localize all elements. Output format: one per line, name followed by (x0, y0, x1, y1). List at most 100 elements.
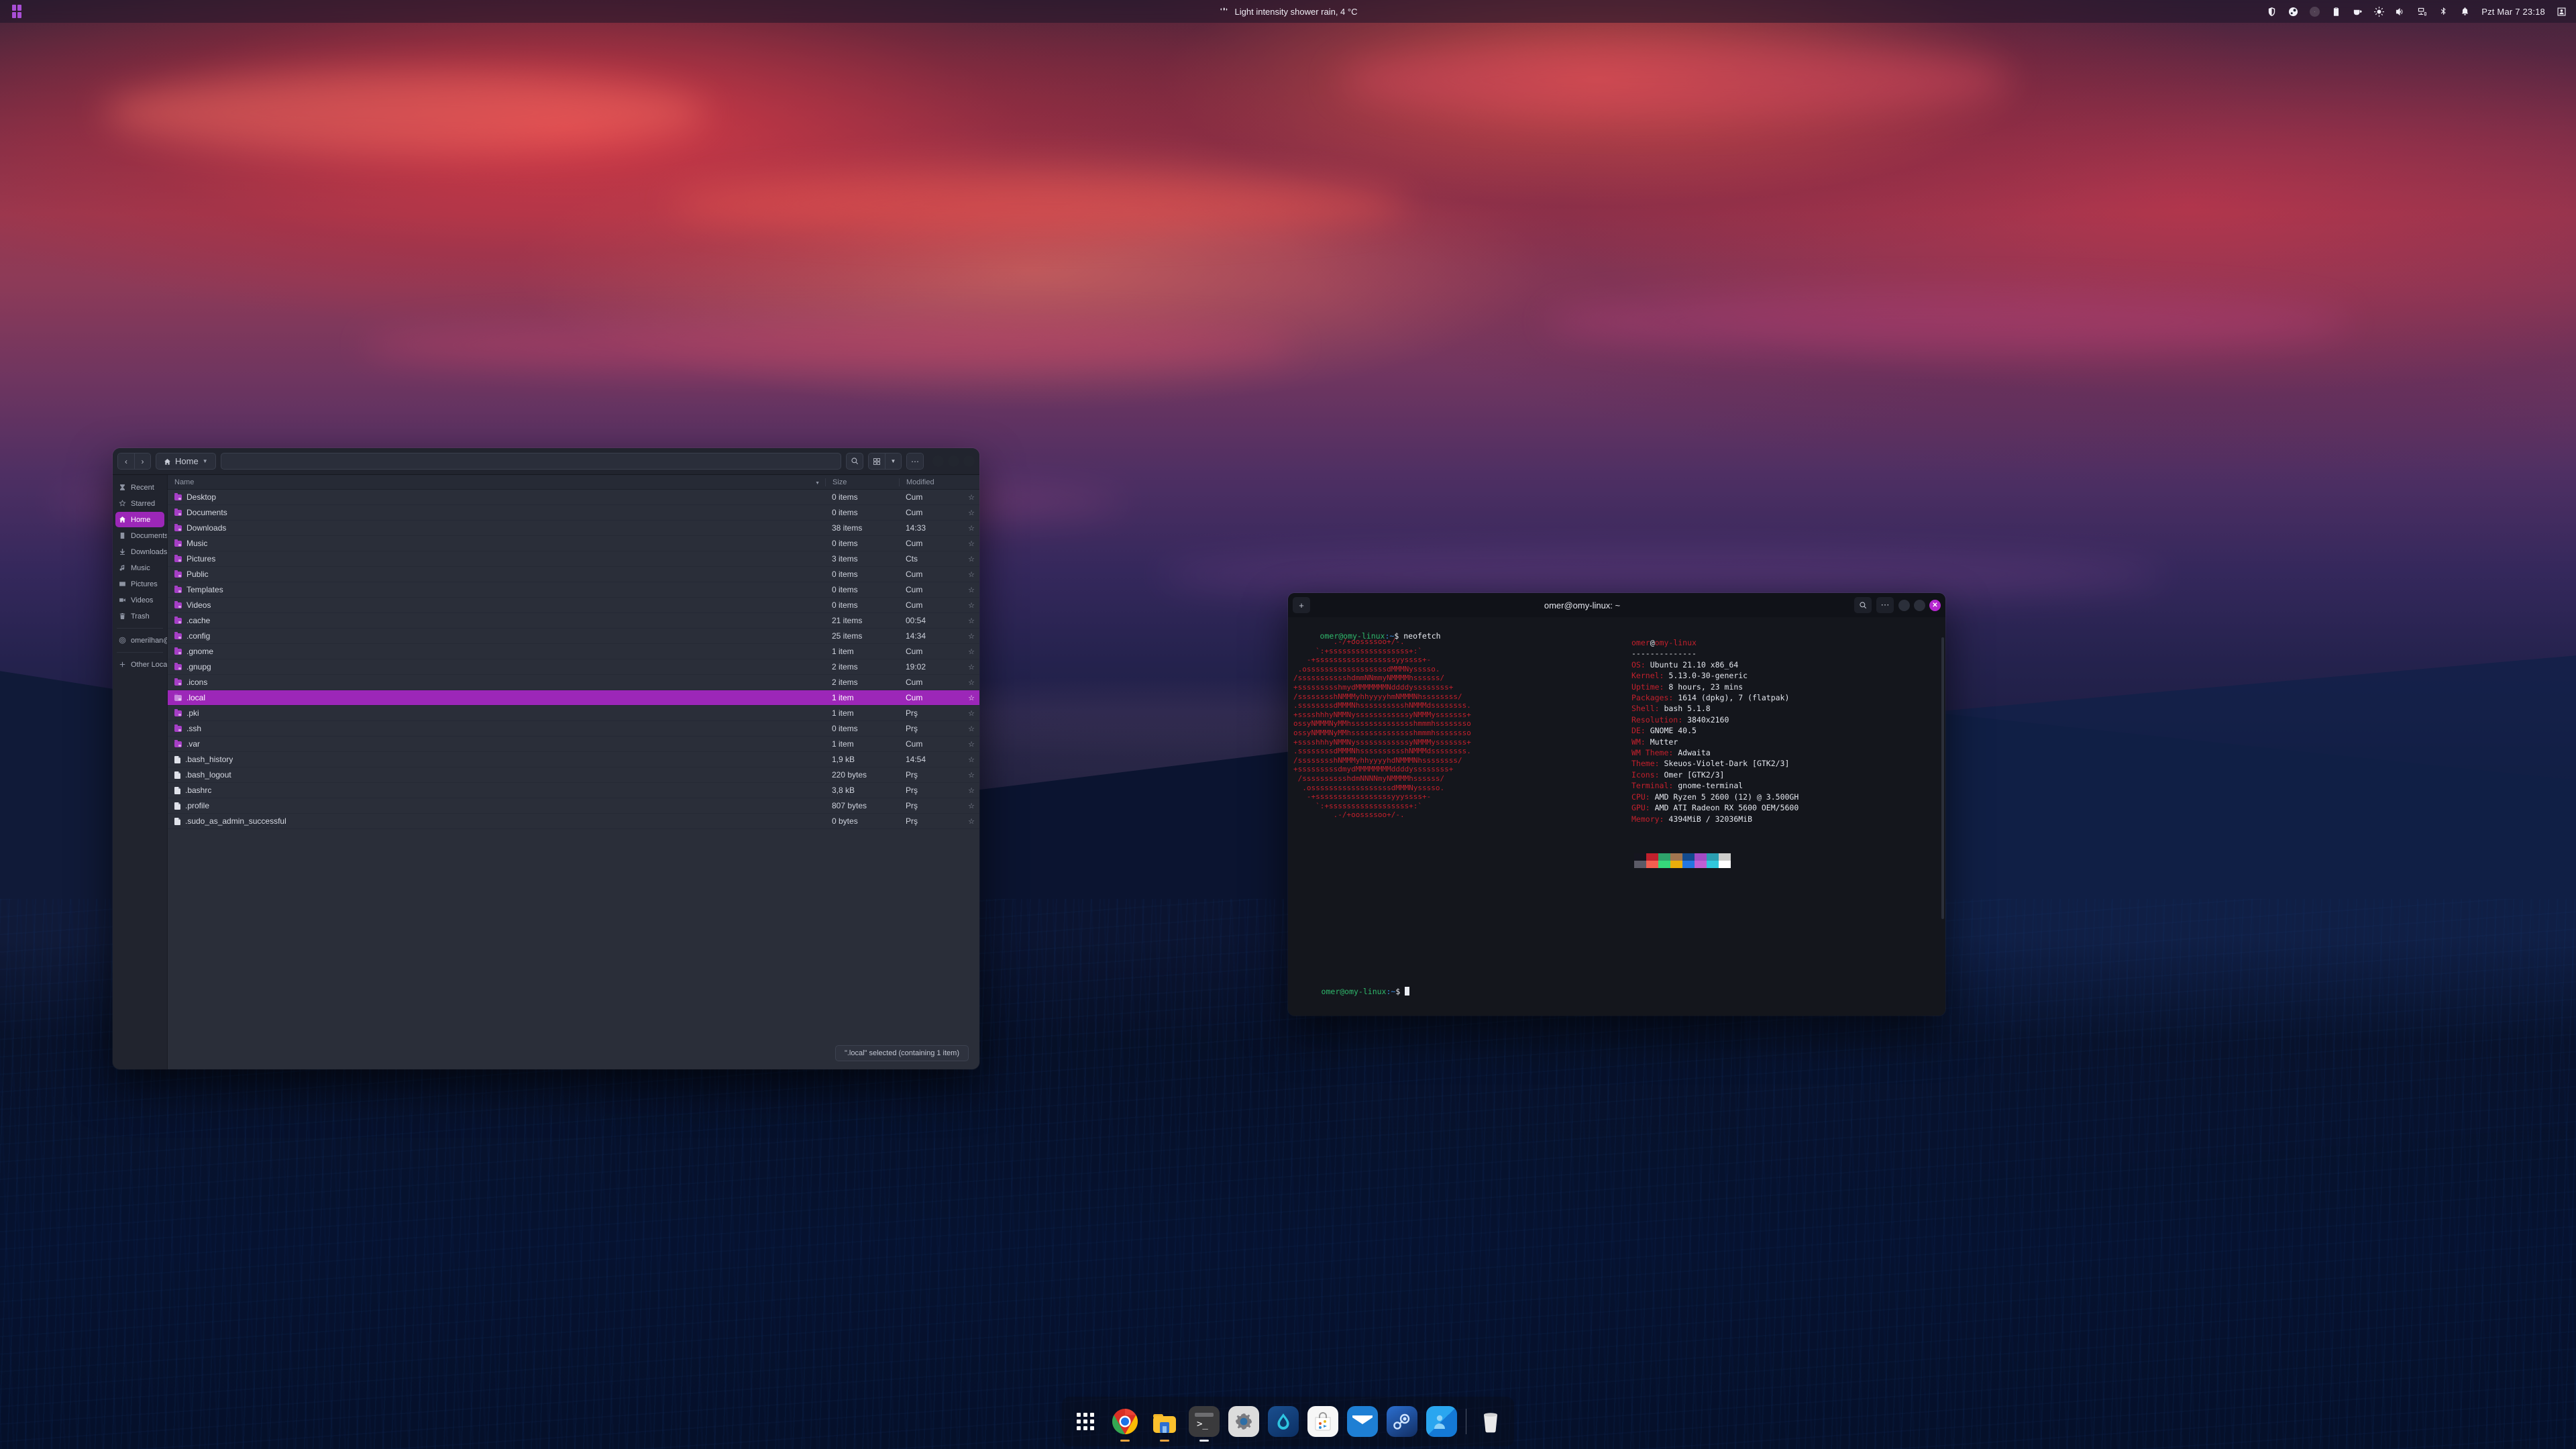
star-icon[interactable]: ☆ (963, 632, 979, 641)
star-icon[interactable]: ☆ (963, 616, 979, 625)
brightness-icon[interactable] (2374, 6, 2385, 17)
star-icon[interactable]: ☆ (963, 539, 979, 548)
table-row[interactable]: Desktop 0 items Cum ☆ (168, 490, 979, 505)
coffee-icon[interactable] (2353, 7, 2363, 17)
view-dropdown-chevron-icon[interactable]: ▼ (885, 453, 901, 469)
files-window[interactable]: ‹ › Home ▼ ▼ ⋯ Recent Starred Home Docum… (113, 448, 979, 1069)
hamburger-menu-icon[interactable]: ⋯ (907, 453, 923, 469)
star-icon[interactable]: ☆ (963, 694, 979, 702)
table-row[interactable]: Documents 0 items Cum ☆ (168, 505, 979, 521)
sidebar-item-trash[interactable]: Trash (115, 608, 164, 624)
table-row[interactable]: .ssh 0 items Prş ☆ (168, 721, 979, 737)
maximize-button[interactable] (948, 455, 959, 467)
table-row[interactable]: Pictures 3 items Cts ☆ (168, 551, 979, 567)
column-header-modified[interactable]: Modified (899, 478, 963, 486)
star-icon[interactable]: ☆ (963, 663, 979, 672)
dock-item-steam[interactable] (1387, 1406, 1417, 1437)
search-icon[interactable] (1854, 597, 1872, 613)
table-row[interactable]: .cache 21 items 00:54 ☆ (168, 613, 979, 629)
table-row[interactable]: .bashrc 3,8 kB Prş ☆ (168, 783, 979, 798)
clock[interactable]: Pzt Mar 7 23:18 (2481, 7, 2545, 17)
star-icon[interactable]: ☆ (963, 555, 979, 564)
star-icon[interactable]: ☆ (963, 647, 979, 656)
new-tab-button[interactable]: + (1293, 597, 1310, 613)
star-icon[interactable]: ☆ (963, 771, 979, 780)
table-row[interactable]: .bash_logout 220 bytes Prş ☆ (168, 767, 979, 783)
close-button[interactable] (963, 455, 975, 467)
star-icon[interactable]: ☆ (963, 570, 979, 579)
clipboard-icon[interactable] (2331, 7, 2341, 17)
sidebar-item-home[interactable]: Home (115, 512, 164, 527)
terminal-window[interactable]: + omer@omy-linux: ~ ⋯ ✕ omer@omy-linux:~… (1288, 593, 1945, 1016)
star-icon[interactable]: ☆ (963, 709, 979, 718)
column-header-name[interactable]: Name ▼ (168, 478, 825, 486)
star-icon[interactable]: ☆ (963, 586, 979, 594)
star-icon[interactable]: ☆ (963, 524, 979, 533)
minimize-button[interactable] (1898, 599, 1910, 611)
table-row[interactable]: Downloads 38 items 14:33 ☆ (168, 521, 979, 536)
search-input[interactable] (220, 453, 841, 470)
shield-icon[interactable] (2267, 7, 2277, 17)
star-icon[interactable]: ☆ (963, 493, 979, 502)
bluetooth-icon[interactable] (2438, 7, 2449, 17)
table-row[interactable]: .profile 807 bytes Prş ☆ (168, 798, 979, 814)
grid-view-icon[interactable] (869, 453, 885, 469)
dock-item-terminal[interactable]: >_ (1189, 1406, 1220, 1442)
dock-item-mail[interactable] (1347, 1406, 1378, 1437)
sidebar-item-omerilhan-gm[interactable]: omerilhan@gm… (115, 633, 167, 648)
star-icon[interactable]: ☆ (963, 786, 979, 795)
table-row[interactable]: .gnupg 2 items 19:02 ☆ (168, 659, 979, 675)
terminal-scrollbar[interactable] (1941, 637, 1944, 919)
notification-bell-icon[interactable] (2460, 7, 2470, 17)
table-row[interactable]: .bash_history 1,9 kB 14:54 ☆ (168, 752, 979, 767)
star-icon[interactable]: ☆ (963, 755, 979, 764)
table-row[interactable]: .pki 1 item Prş ☆ (168, 706, 979, 721)
table-row[interactable]: Music 0 items Cum ☆ (168, 536, 979, 551)
sidebar-item-documents[interactable]: Documents (115, 528, 167, 543)
dock-item-software-store[interactable] (1307, 1406, 1338, 1437)
maximize-button[interactable] (1914, 599, 1925, 611)
dock-item-settings[interactable] (1228, 1406, 1259, 1437)
back-button[interactable]: ‹ (118, 453, 134, 469)
dock-item-contacts[interactable] (1426, 1406, 1457, 1437)
sidebar-item-pictures[interactable]: Pictures (115, 576, 164, 592)
steam-icon[interactable] (2288, 7, 2298, 17)
terminal-body[interactable]: omer@omy-linux:~$ neofetch .-/+oossssoo+… (1288, 617, 1945, 1016)
sidebar-item-videos[interactable]: Videos (115, 592, 164, 608)
close-button[interactable]: ✕ (1929, 599, 1941, 611)
star-icon[interactable]: ☆ (963, 601, 979, 610)
table-row[interactable]: Public 0 items Cum ☆ (168, 567, 979, 582)
table-row[interactable]: .config 25 items 14:34 ☆ (168, 629, 979, 644)
sidebar-item-other-locations[interactable]: Other Locations (115, 657, 167, 672)
star-icon[interactable]: ☆ (963, 740, 979, 749)
screenshot-camera-icon[interactable] (2310, 6, 2320, 17)
sidebar-item-downloads[interactable]: Downloads (115, 544, 167, 559)
table-row[interactable]: .var 1 item Cum ☆ (168, 737, 979, 752)
show-applications-button[interactable] (1070, 1406, 1101, 1437)
network-icon[interactable] (2417, 7, 2427, 17)
weather-indicator[interactable]: Light intensity shower rain, 4 °C (1219, 7, 1357, 17)
search-icon[interactable] (846, 453, 863, 470)
table-row[interactable]: Templates 0 items Cum ☆ (168, 582, 979, 598)
dock-item-trash[interactable] (1475, 1406, 1506, 1437)
table-row[interactable]: .local 1 item Cum ☆ (168, 690, 979, 706)
column-header-size[interactable]: Size (825, 478, 899, 486)
table-row[interactable]: .gnome 1 item Cum ☆ (168, 644, 979, 659)
hamburger-menu-icon[interactable]: ⋯ (1876, 597, 1894, 613)
breadcrumb[interactable]: Home ▼ (156, 453, 216, 470)
dock-item-files[interactable] (1149, 1406, 1180, 1442)
star-icon[interactable]: ☆ (963, 678, 979, 687)
chevron-down-icon[interactable]: ▼ (203, 458, 208, 464)
user-account-icon[interactable] (2557, 7, 2567, 17)
dock-item-drop-app[interactable] (1268, 1406, 1299, 1437)
table-row[interactable]: Videos 0 items Cum ☆ (168, 598, 979, 613)
sidebar-item-starred[interactable]: Starred (115, 496, 164, 511)
star-icon[interactable]: ☆ (963, 508, 979, 517)
volume-icon[interactable] (2396, 7, 2406, 17)
star-icon[interactable]: ☆ (963, 724, 979, 733)
star-icon[interactable]: ☆ (963, 817, 979, 826)
star-icon[interactable]: ☆ (963, 802, 979, 810)
minimize-button[interactable] (932, 455, 944, 467)
activities-grid-icon[interactable] (12, 5, 21, 18)
table-row[interactable]: .sudo_as_admin_successful 0 bytes Prş ☆ (168, 814, 979, 829)
